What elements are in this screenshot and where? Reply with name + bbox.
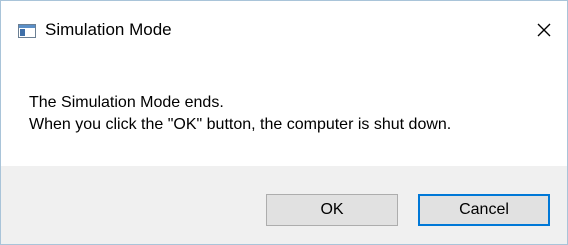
- message-line-1: The Simulation Mode ends.: [29, 94, 224, 111]
- message-text: The Simulation Mode ends. When you click…: [29, 92, 451, 136]
- simulation-mode-dialog: Simulation Mode The Simulation Mode ends…: [0, 0, 568, 245]
- message-line-2: When you click the "OK" button, the comp…: [29, 116, 452, 133]
- ok-button[interactable]: OK: [266, 194, 398, 226]
- close-icon[interactable]: [529, 15, 559, 45]
- title-bar[interactable]: Simulation Mode: [1, 1, 567, 61]
- window-title: Simulation Mode: [45, 20, 172, 39]
- app-window-icon: [18, 24, 36, 38]
- cancel-button[interactable]: Cancel: [418, 194, 550, 226]
- button-bar: OK Cancel: [1, 166, 567, 244]
